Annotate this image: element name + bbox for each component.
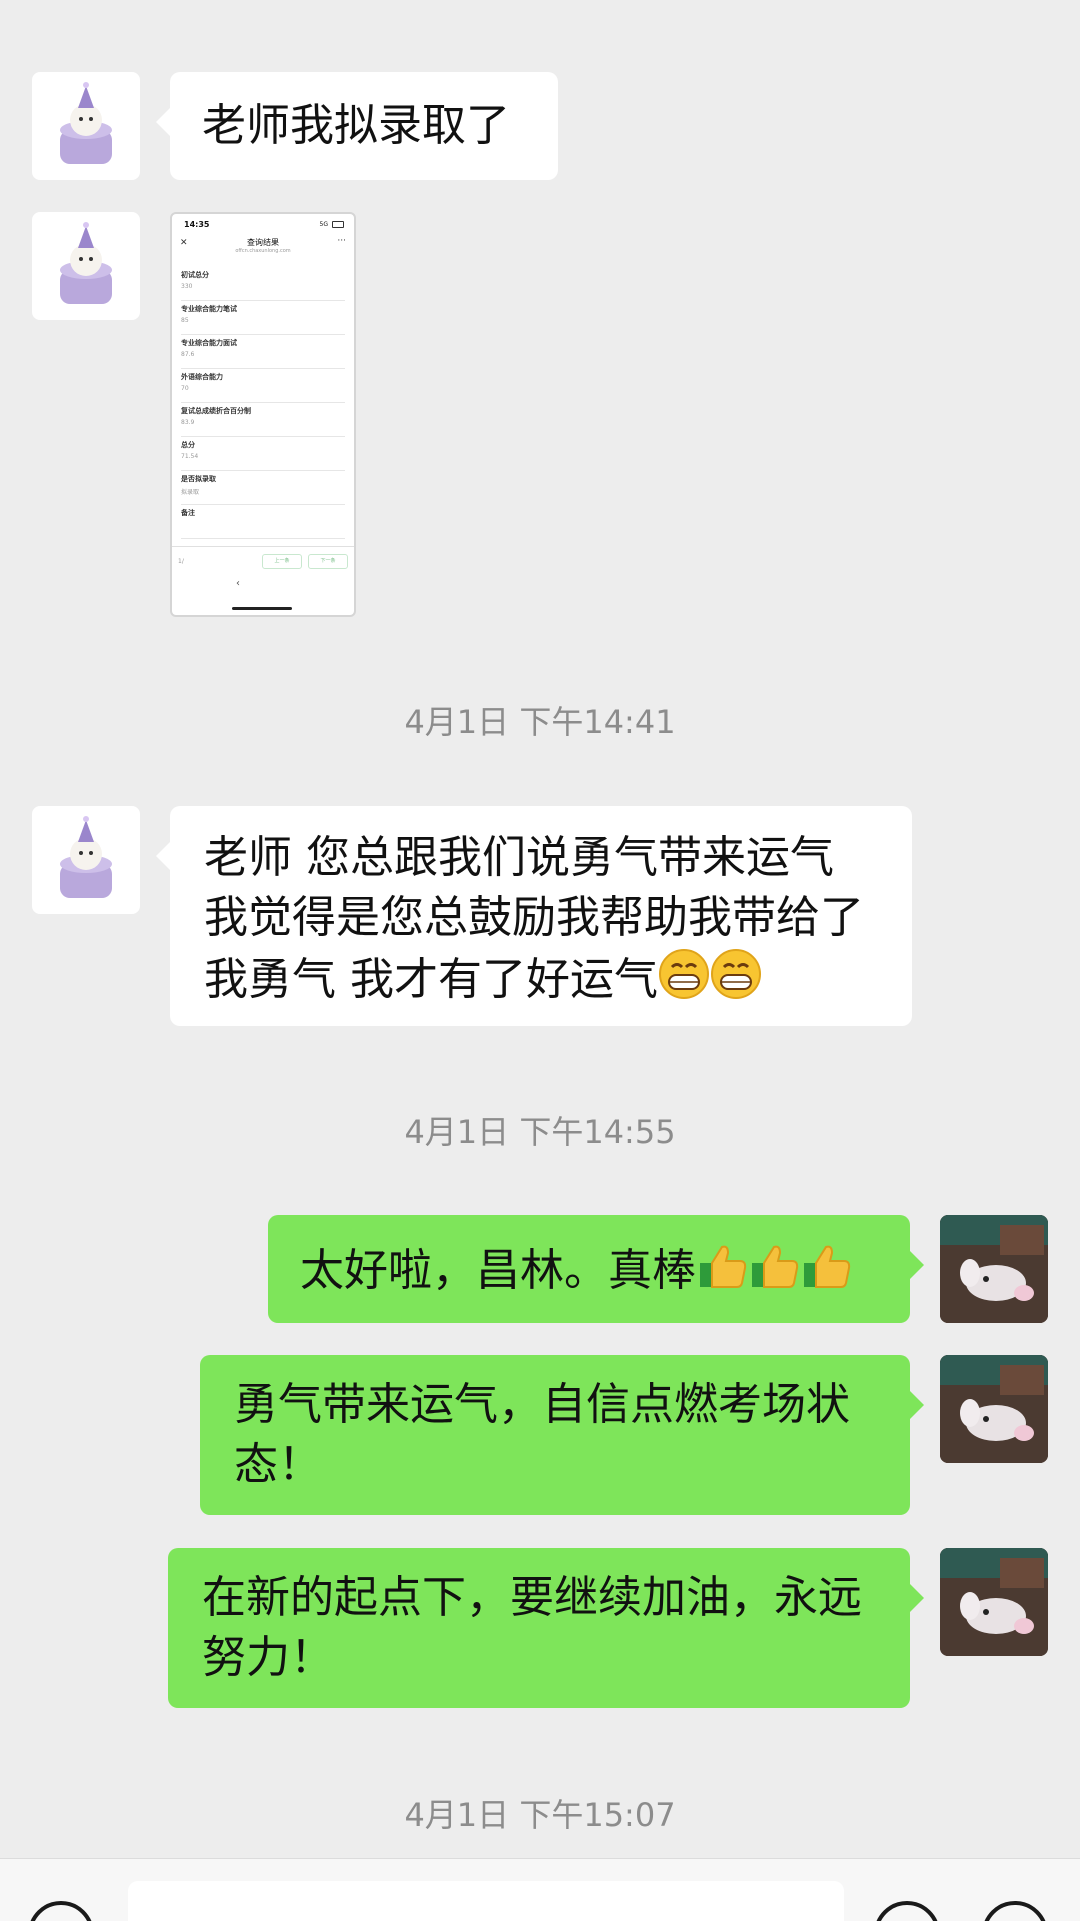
emoji-button-icon[interactable]: [874, 1901, 940, 1921]
screenshot-url: offcn.chaxunlong.com: [235, 248, 291, 254]
status-time: 14:35: [184, 220, 210, 229]
my-avatar[interactable]: [940, 1215, 1048, 1323]
cake-avatar-icon: [60, 222, 112, 304]
message-text-line: 在新的起点下，要继续加油，永远: [202, 1572, 862, 1623]
result-row: 备注: [181, 508, 345, 539]
screenshot-title: 查询结果: [247, 238, 279, 247]
timestamp: 4月1日 下午15:07: [404, 1796, 676, 1834]
my-avatar[interactable]: [940, 1355, 1048, 1463]
grin-emoji-icon: [659, 949, 709, 999]
more-icon: ···: [337, 236, 346, 246]
result-row: 总分 71.54: [181, 440, 345, 471]
input-bar: [0, 1858, 1080, 1921]
message-text-line: 老师 您总跟我们说勇气带来运气: [204, 832, 834, 883]
message-bubble-incoming[interactable]: 老师我拟录取了: [156, 72, 558, 180]
contact-avatar[interactable]: [32, 806, 140, 914]
stuffed-animal-avatar-icon: [940, 1215, 1048, 1323]
message-bubble-outgoing[interactable]: 太好啦，昌林。真棒: [268, 1215, 924, 1323]
battery-icon: [332, 221, 344, 228]
message-text: 太好啦，昌林。真棒: [300, 1245, 696, 1296]
message-text: 老师我拟录取了: [202, 100, 510, 151]
chat-window: 老师我拟录取了 14:35 5G ✕ 查询结果 offcn.chaxunlong…: [0, 0, 1080, 1921]
message-input[interactable]: [128, 1881, 844, 1921]
next-button: 下一条: [308, 554, 348, 569]
timestamp: 4月1日 下午14:41: [404, 703, 676, 741]
cake-avatar-icon: [60, 816, 112, 898]
result-row: 初试总分 330: [181, 270, 345, 301]
prev-button: 上一条: [262, 554, 302, 569]
message-text-line: 勇气带来运气，自信点燃考场状: [234, 1379, 850, 1430]
status-signal: 5G: [319, 221, 328, 228]
timestamp: 4月1日 下午14:55: [404, 1113, 676, 1151]
result-row: 外语综合能力 70: [181, 372, 345, 403]
contact-avatar[interactable]: [32, 72, 140, 180]
message-bubble-incoming[interactable]: 老师 您总跟我们说勇气带来运气 我觉得是您总鼓励我帮助我带给了 我勇气 我才有了…: [156, 806, 912, 1026]
result-row: 专业综合能力面试 87.6: [181, 338, 345, 369]
page-indicator: 1/: [178, 558, 184, 565]
stuffed-animal-avatar-icon: [940, 1548, 1048, 1656]
message-text-line: 态！: [234, 1439, 322, 1490]
cake-avatar-icon: [60, 82, 112, 164]
message-text-line: 努力！: [202, 1632, 334, 1683]
message-bubble-outgoing[interactable]: 勇气带来运气，自信点燃考场状 态！: [200, 1355, 924, 1515]
thumbs-up-emoji-icon: [804, 1245, 851, 1288]
grin-emoji-icon: [711, 949, 761, 999]
thumbs-up-emoji-icon: [752, 1245, 799, 1288]
plus-button-icon[interactable]: [982, 1901, 1048, 1921]
message-text-line: 我勇气 我才有了好运气: [204, 954, 658, 1005]
image-message-score-screenshot[interactable]: 14:35 5G ✕ 查询结果 offcn.chaxunlong.com ···…: [170, 212, 356, 617]
message-bubble-outgoing[interactable]: 在新的起点下，要继续加油，永远 努力！: [168, 1548, 924, 1708]
result-row: 复试总成绩折合百分制 83.9: [181, 406, 345, 437]
contact-avatar[interactable]: [32, 212, 140, 320]
message-text-line: 我觉得是您总鼓励我帮助我带给了: [204, 892, 864, 943]
result-row: 是否拟录取 拟录取: [181, 474, 345, 505]
my-avatar[interactable]: [940, 1548, 1048, 1656]
voice-toggle-icon[interactable]: [28, 1901, 94, 1921]
result-row: 专业综合能力笔试 85: [181, 304, 345, 335]
thumbs-up-emoji-icon: [700, 1245, 747, 1288]
chevron-left-icon: ‹: [236, 578, 240, 589]
stuffed-animal-avatar-icon: [940, 1355, 1048, 1463]
home-indicator: [232, 607, 292, 610]
